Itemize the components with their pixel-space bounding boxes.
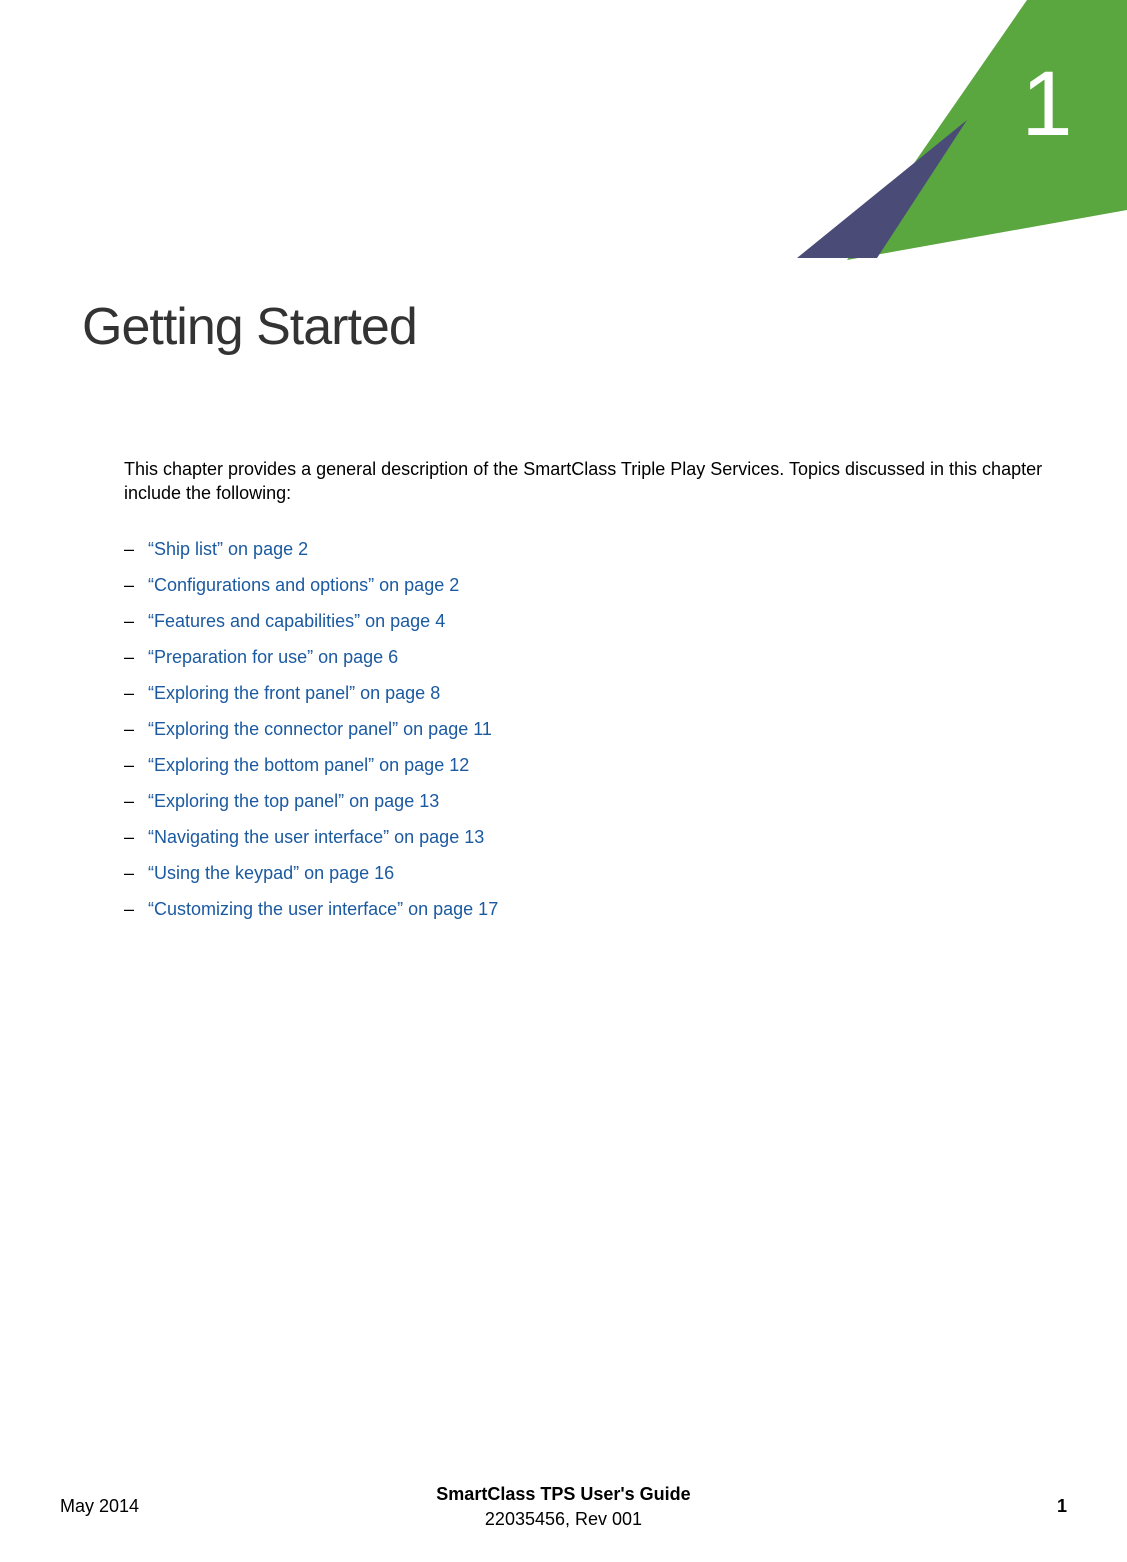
toc-item: – “Navigating the user interface” on pag… [124,824,1049,851]
toc-link[interactable]: “Customizing the user interface” on page… [148,896,498,923]
toc-link[interactable]: “Preparation for use” on page 6 [148,644,398,671]
toc-item: – “Features and capabilities” on page 4 [124,608,1049,635]
toc-link[interactable]: “Exploring the top panel” on page 13 [148,788,439,815]
bullet-dash: – [124,860,134,887]
intro-paragraph: This chapter provides a general descript… [124,457,1049,506]
chapter-badge-icon: 1 [677,0,1127,260]
footer-date: May 2014 [60,1496,350,1517]
chapter-number: 1 [1021,53,1072,155]
footer-doc-rev: 22035456, Rev 001 [350,1507,777,1532]
chapter-title: Getting Started [82,297,417,357]
content-area: This chapter provides a general descript… [124,457,1049,932]
toc-item: – “Configurations and options” on page 2 [124,572,1049,599]
toc-item: – “Exploring the bottom panel” on page 1… [124,752,1049,779]
bullet-dash: – [124,716,134,743]
toc-item: – “Exploring the connector panel” on pag… [124,716,1049,743]
toc-link[interactable]: “Features and capabilities” on page 4 [148,608,445,635]
toc-link[interactable]: “Using the keypad” on page 16 [148,860,394,887]
toc-link[interactable]: “Ship list” on page 2 [148,536,308,563]
toc-link[interactable]: “Navigating the user interface” on page … [148,824,484,851]
toc-item: – “Exploring the top panel” on page 13 [124,788,1049,815]
toc-link[interactable]: “Exploring the bottom panel” on page 12 [148,752,469,779]
bullet-dash: – [124,644,134,671]
bullet-dash: – [124,572,134,599]
bullet-dash: – [124,680,134,707]
toc-link[interactable]: “Exploring the front panel” on page 8 [148,680,440,707]
toc-item: – “Customizing the user interface” on pa… [124,896,1049,923]
footer-page-number: 1 [777,1496,1067,1517]
bullet-dash: – [124,788,134,815]
page-footer: May 2014 SmartClass TPS User's Guide 220… [0,1482,1127,1532]
bullet-dash: – [124,824,134,851]
bullet-dash: – [124,896,134,923]
toc-item: – “Preparation for use” on page 6 [124,644,1049,671]
bullet-dash: – [124,752,134,779]
toc-link[interactable]: “Configurations and options” on page 2 [148,572,459,599]
bullet-dash: – [124,536,134,563]
bullet-dash: – [124,608,134,635]
toc-item: – “Exploring the front panel” on page 8 [124,680,1049,707]
toc-list: – “Ship list” on page 2 – “Configuration… [124,536,1049,923]
footer-guide-title: SmartClass TPS User's Guide [350,1482,777,1507]
toc-item: – “Ship list” on page 2 [124,536,1049,563]
toc-item: – “Using the keypad” on page 16 [124,860,1049,887]
toc-link[interactable]: “Exploring the connector panel” on page … [148,716,492,743]
